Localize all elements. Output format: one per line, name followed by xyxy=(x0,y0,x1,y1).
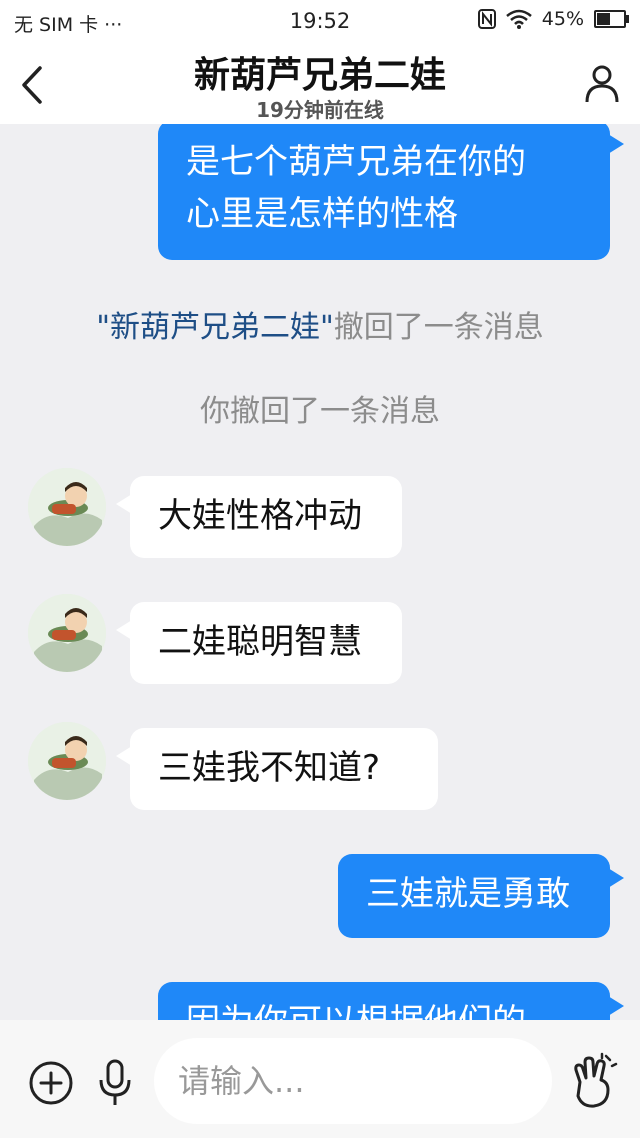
hand-gesture-icon[interactable] xyxy=(566,1052,618,1112)
chat-header: 新葫芦兄弟二娃 19分钟前在线 xyxy=(0,44,640,124)
avatar-image xyxy=(28,722,106,800)
avatar[interactable] xyxy=(28,594,106,672)
outgoing-message[interactable]: 因为你可以根据他们的 xyxy=(158,982,624,1020)
online-status: 19分钟前在线 xyxy=(256,98,384,122)
battery-percent: 45% xyxy=(541,8,584,30)
avatar[interactable] xyxy=(28,722,106,800)
avatar[interactable] xyxy=(28,468,106,546)
outgoing-message[interactable]: 是七个葫芦兄弟在你的 心里是怎样的性格 xyxy=(158,124,624,260)
wifi-icon xyxy=(505,9,532,29)
outgoing-message[interactable]: 三娃就是勇敢 xyxy=(338,854,624,938)
avatar-image xyxy=(28,468,106,546)
message-input[interactable] xyxy=(154,1038,552,1124)
battery-level-fill xyxy=(597,13,610,25)
incoming-message[interactable]: 大娃性格冲动 xyxy=(116,476,402,558)
incoming-message[interactable]: 二娃聪明智慧 xyxy=(116,602,402,684)
nfc-icon xyxy=(477,9,496,29)
recall-notice-text: 撤回了一条消息 xyxy=(333,310,544,345)
incoming-message[interactable]: 三娃我不知道? xyxy=(116,728,438,810)
person-icon[interactable] xyxy=(584,64,620,104)
page-title: 新葫芦兄弟二娃 xyxy=(193,55,446,96)
recall-notice: "新葫芦兄弟二娃"撤回了一条消息 xyxy=(0,302,640,346)
input-bar xyxy=(0,1020,640,1138)
status-bar: 无 SIM 卡 ··· 19:52 45% xyxy=(0,0,640,44)
status-icons: 45% xyxy=(477,8,629,30)
self-recall-notice: 你撤回了一条消息 xyxy=(200,394,440,429)
battery-icon xyxy=(594,10,629,28)
avatar-image xyxy=(28,594,106,672)
add-circle-icon[interactable] xyxy=(28,1060,74,1106)
recall-user-name: "新葫芦兄弟二娃" xyxy=(96,310,334,345)
microphone-icon[interactable] xyxy=(96,1058,134,1108)
chat-area[interactable]: 是七个葫芦兄弟在你的 心里是怎样的性格 "新葫芦兄弟二娃"撤回了一条消息 你撤回… xyxy=(0,124,640,1020)
